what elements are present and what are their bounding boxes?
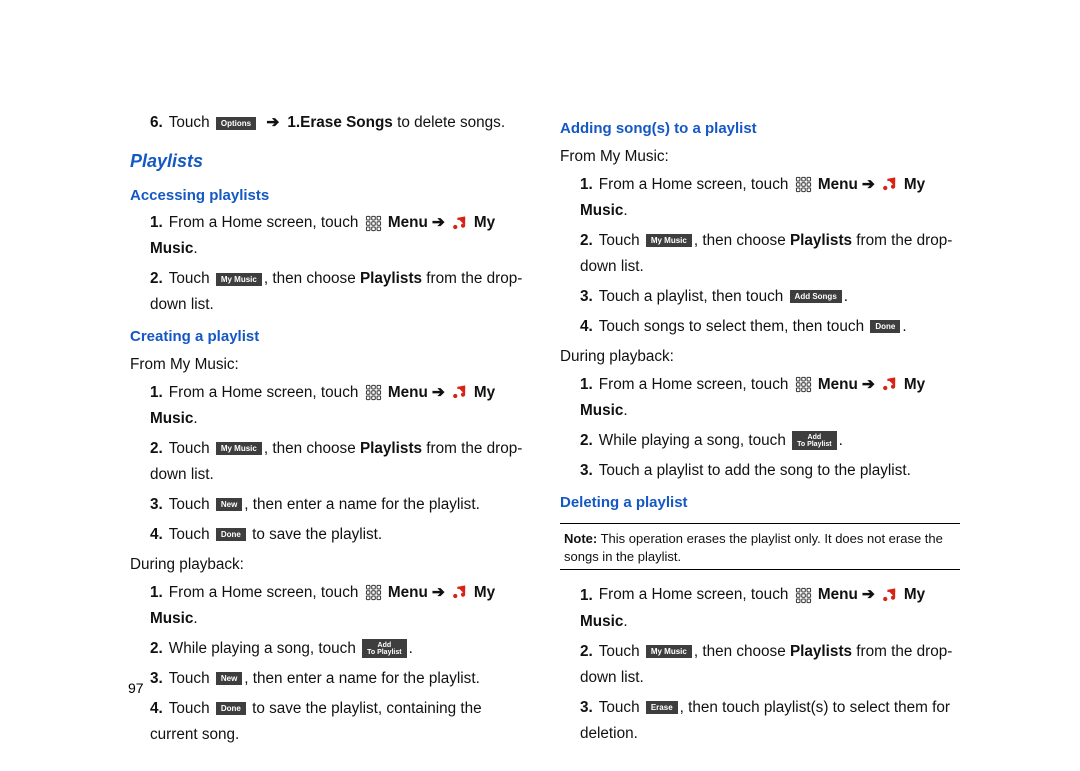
arrow-icon: ➔ — [432, 380, 445, 406]
erase-button: Erase — [646, 701, 678, 714]
music-notes-icon — [881, 176, 898, 193]
step-6: 6.Touch Options ➔ 1.Erase Songs to delet… — [150, 110, 530, 136]
music-notes-icon — [881, 376, 898, 393]
text: to delete songs. — [393, 114, 505, 131]
arrow-icon: ➔ — [862, 582, 875, 608]
add-songs-button: Add Songs — [790, 290, 842, 303]
step: 4.Touch songs to select them, then touch… — [580, 314, 960, 340]
step: 1.From a Home screen, touch Menu➔ My Mus… — [150, 380, 530, 432]
step: 4.Touch Done to save the playlist. — [150, 522, 530, 548]
text: 1.Erase Songs — [283, 114, 393, 131]
add-to-playlist-button: AddTo Playlist — [792, 431, 837, 450]
menu-grid-icon — [795, 587, 812, 604]
my-music-button: My Music — [216, 442, 262, 455]
menu-grid-icon — [365, 584, 382, 601]
my-music-button: My Music — [646, 234, 692, 247]
heading-deleting: Deleting a playlist — [560, 490, 960, 516]
step: 1.From a Home screen, touch Menu➔ My Mus… — [150, 580, 530, 632]
arrow-icon: ➔ — [432, 580, 445, 606]
options-button: Options — [216, 117, 256, 130]
label-from-my-music: From My Music: — [130, 352, 530, 378]
my-music-button: My Music — [216, 273, 262, 286]
note-label: Note: — [564, 531, 597, 546]
label-during-playback: During playback: — [560, 344, 960, 370]
music-notes-icon — [451, 384, 468, 401]
right-column: Adding song(s) to a playlist From My Mus… — [560, 110, 960, 752]
heading-creating: Creating a playlist — [130, 324, 530, 350]
music-notes-icon — [451, 584, 468, 601]
new-button: New — [216, 498, 242, 511]
done-button: Done — [216, 528, 246, 541]
step: 1.From a Home screen, touch Menu➔ My Mus… — [580, 172, 960, 224]
page-number: 97 — [128, 680, 144, 696]
note-box: Note: This operation erases the playlist… — [560, 523, 960, 570]
add-to-playlist-button: AddTo Playlist — [362, 639, 407, 658]
arrow-icon: ➔ — [432, 210, 445, 236]
note-body: This operation erases the playlist only.… — [564, 531, 943, 564]
step: 2.Touch My Music, then choose Playlists … — [150, 266, 530, 318]
menu-grid-icon — [795, 176, 812, 193]
music-notes-icon — [451, 215, 468, 232]
step: 3.Touch New, then enter a name for the p… — [150, 666, 530, 692]
menu-grid-icon — [795, 376, 812, 393]
arrow-icon: ➔ — [862, 372, 875, 398]
text: Touch — [169, 114, 214, 131]
new-button: New — [216, 672, 242, 685]
done-button: Done — [870, 320, 900, 333]
step: 4.Touch Done to save the playlist, conta… — [150, 696, 530, 748]
section-playlists: Playlists — [130, 146, 530, 177]
left-column: 6.Touch Options ➔ 1.Erase Songs to delet… — [130, 110, 530, 752]
step: 2.While playing a song, touch AddTo Play… — [580, 428, 960, 454]
step: 2.Touch My Music, then choose Playlists … — [580, 639, 960, 691]
done-button: Done — [216, 702, 246, 715]
menu-grid-icon — [365, 384, 382, 401]
step: 2.While playing a song, touch AddTo Play… — [150, 636, 530, 662]
step: 2.Touch My Music, then choose Playlists … — [580, 228, 960, 280]
arrow-icon: ➔ — [862, 172, 875, 198]
label-during-playback: During playback: — [130, 552, 530, 578]
step: 1.From a Home screen, touch Menu➔ My Mus… — [150, 210, 530, 262]
music-notes-icon — [881, 587, 898, 604]
step: 3.Touch a playlist to add the song to th… — [580, 458, 960, 484]
step: 2.Touch My Music, then choose Playlists … — [150, 436, 530, 488]
step: 3.Touch New, then enter a name for the p… — [150, 492, 530, 518]
step: 3.Touch Erase, then touch playlist(s) to… — [580, 695, 960, 747]
arrow-icon: ➔ — [266, 110, 279, 136]
menu-grid-icon — [365, 215, 382, 232]
heading-adding: Adding song(s) to a playlist — [560, 116, 960, 142]
label-from-my-music: From My Music: — [560, 144, 960, 170]
step: 1.From a Home screen, touch Menu➔ My Mus… — [580, 582, 960, 634]
step: 3.Touch a playlist, then touch Add Songs… — [580, 284, 960, 310]
my-music-button: My Music — [646, 645, 692, 658]
step: 1.From a Home screen, touch Menu➔ My Mus… — [580, 372, 960, 424]
heading-accessing: Accessing playlists — [130, 183, 530, 209]
